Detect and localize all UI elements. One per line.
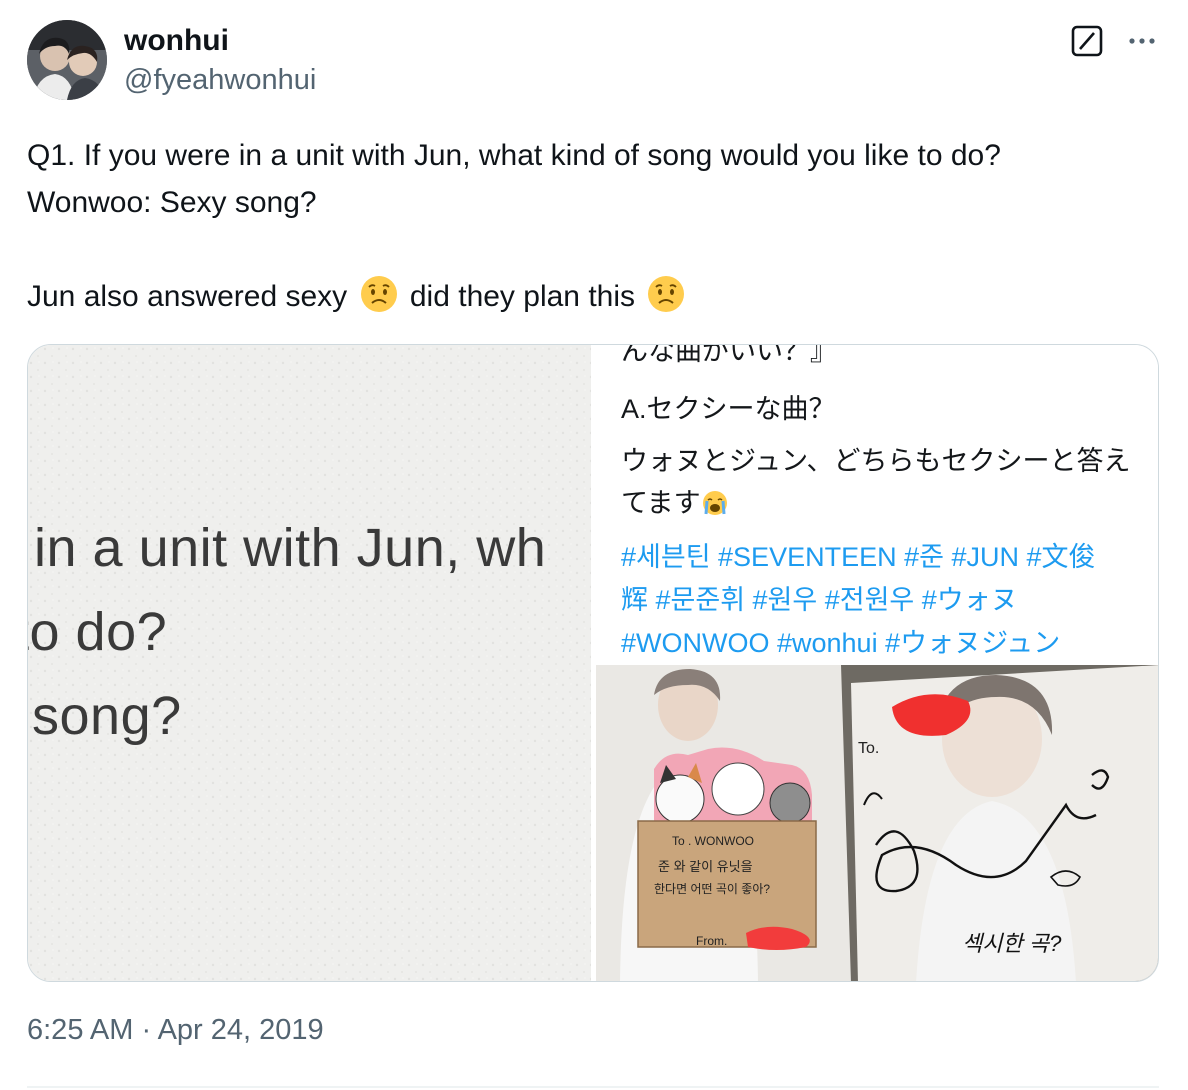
hashtags-line-3[interactable]: #WONWOO #wonhui #ウォヌジュン [621, 621, 1060, 660]
page-to-text: To. [858, 740, 879, 757]
jp-body-1: ウォヌとジュン、どちらもセクシーと答え [621, 446, 1131, 476]
avatar-image [27, 20, 107, 100]
tweet-media[interactable]: in a unit with Jun, wh to do? song? んな曲が… [27, 344, 1159, 982]
hashtags-line-1[interactable]: #세븐틴 #SEVENTEEN #준 #JUN #文俊 [621, 535, 1096, 574]
handwritten-answer: 섹시한 곡? [962, 931, 1062, 956]
media-image-notes[interactable]: in a unit with Jun, wh to do? song? [28, 345, 591, 981]
card-to-text: To . WONWOO [672, 834, 754, 848]
jp-answer: A.セクシーな曲？ [621, 394, 836, 424]
divider [27, 1086, 1159, 1088]
comment-part-2: did they plan this [409, 280, 636, 313]
tweet: wonhui @fyeahwonhui Q1. If you were in a… [0, 0, 1188, 1090]
display-name[interactable]: wonhui [124, 24, 229, 58]
hashtags-line-2[interactable]: 辉 #문준휘 #원우 #전원우 #ウォヌ [621, 578, 1018, 617]
worried-face-emoji [648, 276, 685, 312]
card-question-line-1: 준 와 같이 유닛을 [658, 859, 753, 874]
tweet-line-question: Q1. If you were in a unit with Jun, what… [27, 139, 1001, 172]
card-from-text: From. [696, 934, 727, 948]
more-icon[interactable] [1124, 26, 1160, 56]
card-question-line-2: 한다면 어떤 곡이 좋아? [654, 882, 770, 896]
grok-icon[interactable] [1070, 24, 1104, 58]
tweet-line-answer: Wonwoo: Sexy song? [27, 186, 317, 219]
jp-body-2: てます [621, 481, 729, 520]
jp-body-2-text: てます [621, 488, 701, 518]
photobook-photo: To . WONWOO 준 와 같이 유닛을 한다면 어떤 곡이 좋아? Fro… [596, 665, 1158, 981]
notes-line-1: in a unit with Jun, wh [34, 518, 547, 578]
photobook-illustration: To . WONWOO 준 와 같이 유닛을 한다면 어떤 곡이 좋아? Fro… [596, 665, 1158, 981]
tweet-text: Q1. If you were in a unit with Jun, what… [27, 132, 1167, 320]
worried-face-emoji [360, 276, 397, 312]
jp-question-tail: んな曲がいい？』 [621, 345, 837, 366]
comment-part-1: Jun also answered sexy [27, 280, 348, 313]
crying-face-icon [702, 491, 727, 515]
notes-line-2: to do? [28, 602, 168, 662]
tweet-line-comment: Jun also answered sexy did they plan thi… [27, 273, 1167, 320]
user-handle[interactable]: @fyeahwonhui [124, 64, 316, 97]
avatar[interactable] [27, 20, 107, 100]
paper-texture [28, 345, 591, 981]
media-image-screenshot[interactable]: んな曲がいい？』 A.セクシーな曲？ ウォヌとジュン、どちらもセクシーと答え て… [591, 345, 1158, 981]
notes-line-3: song? [32, 686, 182, 746]
tweet-timestamp[interactable]: 6:25 AM · Apr 24, 2019 [27, 1014, 324, 1047]
